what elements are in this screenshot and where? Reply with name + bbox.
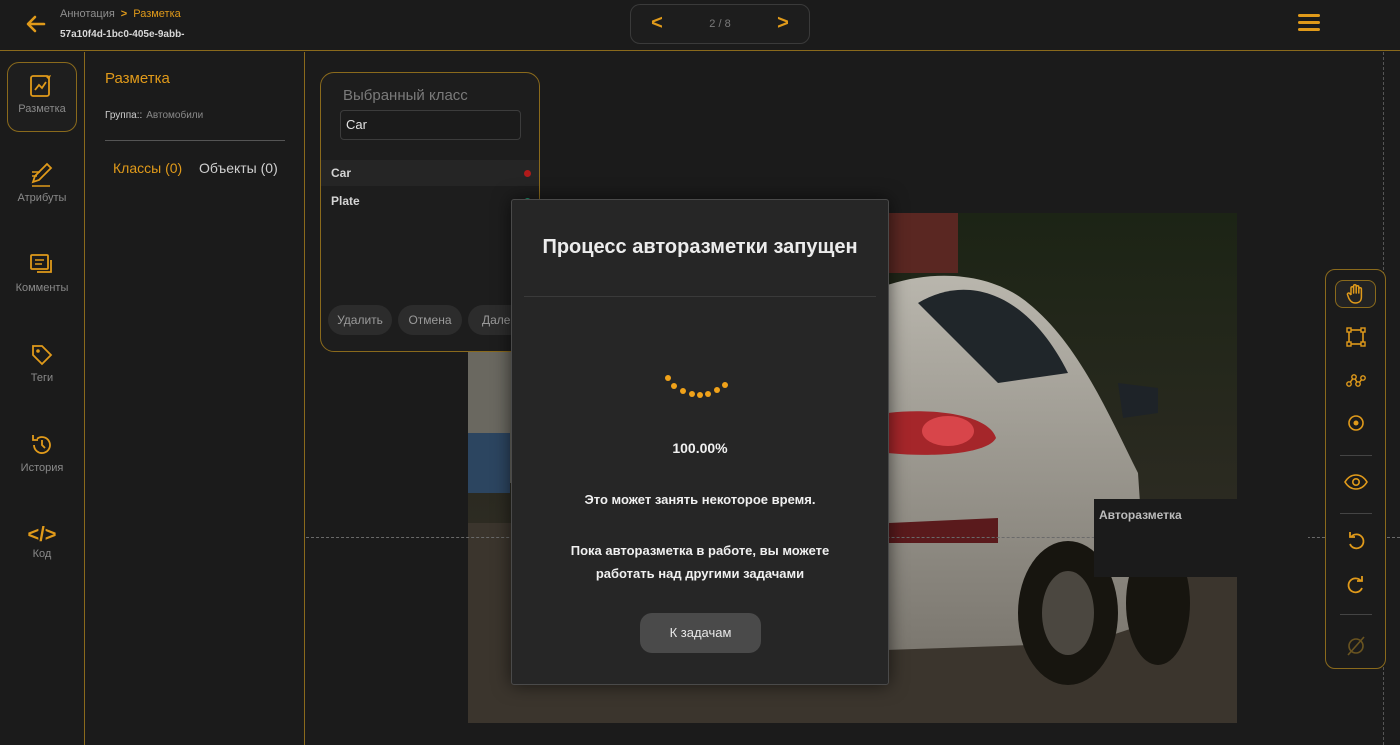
- class-search-input[interactable]: Car: [340, 110, 521, 140]
- nav-item-attributes[interactable]: Атрибуты: [7, 152, 77, 222]
- toolbar-separator: [1340, 455, 1372, 456]
- comments-icon: [30, 254, 52, 273]
- top-header: Аннотация > Разметка 57a10f4d-1bc0-405e-9a…: [0, 0, 1400, 51]
- class-name: Car: [331, 166, 352, 180]
- breadcrumb: Аннотация > Разметка: [60, 8, 181, 20]
- undo-icon: [1348, 532, 1364, 550]
- redo-button[interactable]: [1335, 570, 1376, 598]
- modal-message-work: Пока авторазметка в работе, вы можете ра…: [570, 543, 830, 581]
- nav-label: Атрибуты: [17, 192, 67, 204]
- tool-palette: [1325, 269, 1386, 669]
- class-item-plate[interactable]: Plate: [321, 188, 539, 214]
- breadcrumb-current: Разметка: [133, 8, 181, 20]
- cancel-button[interactable]: Отмена: [398, 305, 462, 335]
- class-name: Plate: [331, 194, 360, 208]
- card-title: Выбранный класс: [343, 87, 468, 104]
- nav-label: Код: [32, 548, 52, 560]
- redo-icon: [1347, 576, 1363, 594]
- toolbar-separator: [1340, 614, 1372, 615]
- modal-message-time: Это может занять некоторое время.: [584, 492, 816, 507]
- progress-percent: 100.00%: [672, 440, 728, 456]
- code-icon: </>: [27, 524, 57, 546]
- divider: [105, 140, 285, 141]
- group-label: Группа::: [105, 110, 143, 121]
- hide-icon: [1346, 636, 1365, 656]
- hide-all-button[interactable]: [1335, 632, 1376, 660]
- left-navigation: Разметка Атрибуты Комменты Теги История …: [0, 52, 85, 745]
- nav-label: История: [20, 462, 64, 474]
- image-pager: < 2 / 8 >: [630, 4, 810, 44]
- nav-item-history[interactable]: История: [7, 422, 77, 492]
- markup-icon: [30, 75, 51, 97]
- class-color-dot: [524, 170, 531, 177]
- nav-item-code[interactable]: </> Код: [7, 512, 77, 582]
- group-info: Группа:: Автомобили: [105, 110, 203, 121]
- bbox-icon: [1345, 327, 1366, 347]
- nav-label: Разметка: [18, 103, 66, 115]
- history-icon: [32, 435, 51, 454]
- hand-tool-button[interactable]: [1335, 280, 1376, 308]
- panel-title: Разметка: [105, 70, 170, 87]
- tooltip-text: Авторазметка: [1099, 508, 1182, 522]
- markup-side-panel: Разметка Группа:: Автомобили Классы (0) О…: [85, 52, 305, 745]
- class-item-car[interactable]: Car: [321, 160, 539, 186]
- go-to-tasks-button[interactable]: К задачам: [640, 613, 761, 653]
- nav-item-comments[interactable]: Комменты: [7, 242, 77, 312]
- visibility-toggle-button[interactable]: [1335, 468, 1376, 496]
- hand-icon: [1346, 284, 1362, 304]
- tab-classes[interactable]: Классы (0): [113, 160, 182, 176]
- breadcrumb-parent[interactable]: Аннотация: [60, 8, 115, 20]
- tooltip: Авторазметка: [1094, 499, 1308, 577]
- bbox-tool-button[interactable]: [1335, 323, 1376, 351]
- pen-icon: [31, 162, 53, 187]
- nav-label: Теги: [30, 372, 54, 384]
- polyline-icon: [1345, 374, 1366, 387]
- group-value: Автомобили: [146, 110, 204, 121]
- nav-label: Комменты: [15, 282, 69, 294]
- tag-icon: [32, 345, 53, 366]
- modal-divider: [524, 296, 876, 297]
- tab-objects[interactable]: Объекты (0): [199, 160, 278, 176]
- autolabel-modal: Процесс авторазметки запущен 100.00% Это…: [511, 199, 889, 685]
- hamburger-menu-icon[interactable]: [1298, 14, 1320, 34]
- nav-item-tags[interactable]: Теги: [7, 332, 77, 402]
- point-icon: [1347, 415, 1364, 431]
- modal-title: Процесс авторазметки запущен: [542, 236, 858, 258]
- point-tool-button[interactable]: [1335, 409, 1376, 437]
- document-id: 57a10f4d-1bc0-405e-9abb-: [60, 29, 185, 40]
- delete-button[interactable]: Удалить: [328, 305, 392, 335]
- back-arrow-icon[interactable]: [22, 12, 50, 36]
- next-image-button[interactable]: >: [771, 12, 795, 35]
- undo-button[interactable]: [1335, 526, 1376, 554]
- loading-spinner-icon: [662, 368, 732, 408]
- nav-item-markup[interactable]: Разметка: [7, 62, 77, 132]
- breadcrumb-separator: >: [120, 8, 128, 20]
- toolbar-separator: [1340, 513, 1372, 514]
- polyline-tool-button[interactable]: [1335, 366, 1376, 394]
- selected-class-card: Выбранный класс Car Car Plate Удалить От…: [320, 72, 540, 352]
- eye-icon: [1343, 474, 1368, 490]
